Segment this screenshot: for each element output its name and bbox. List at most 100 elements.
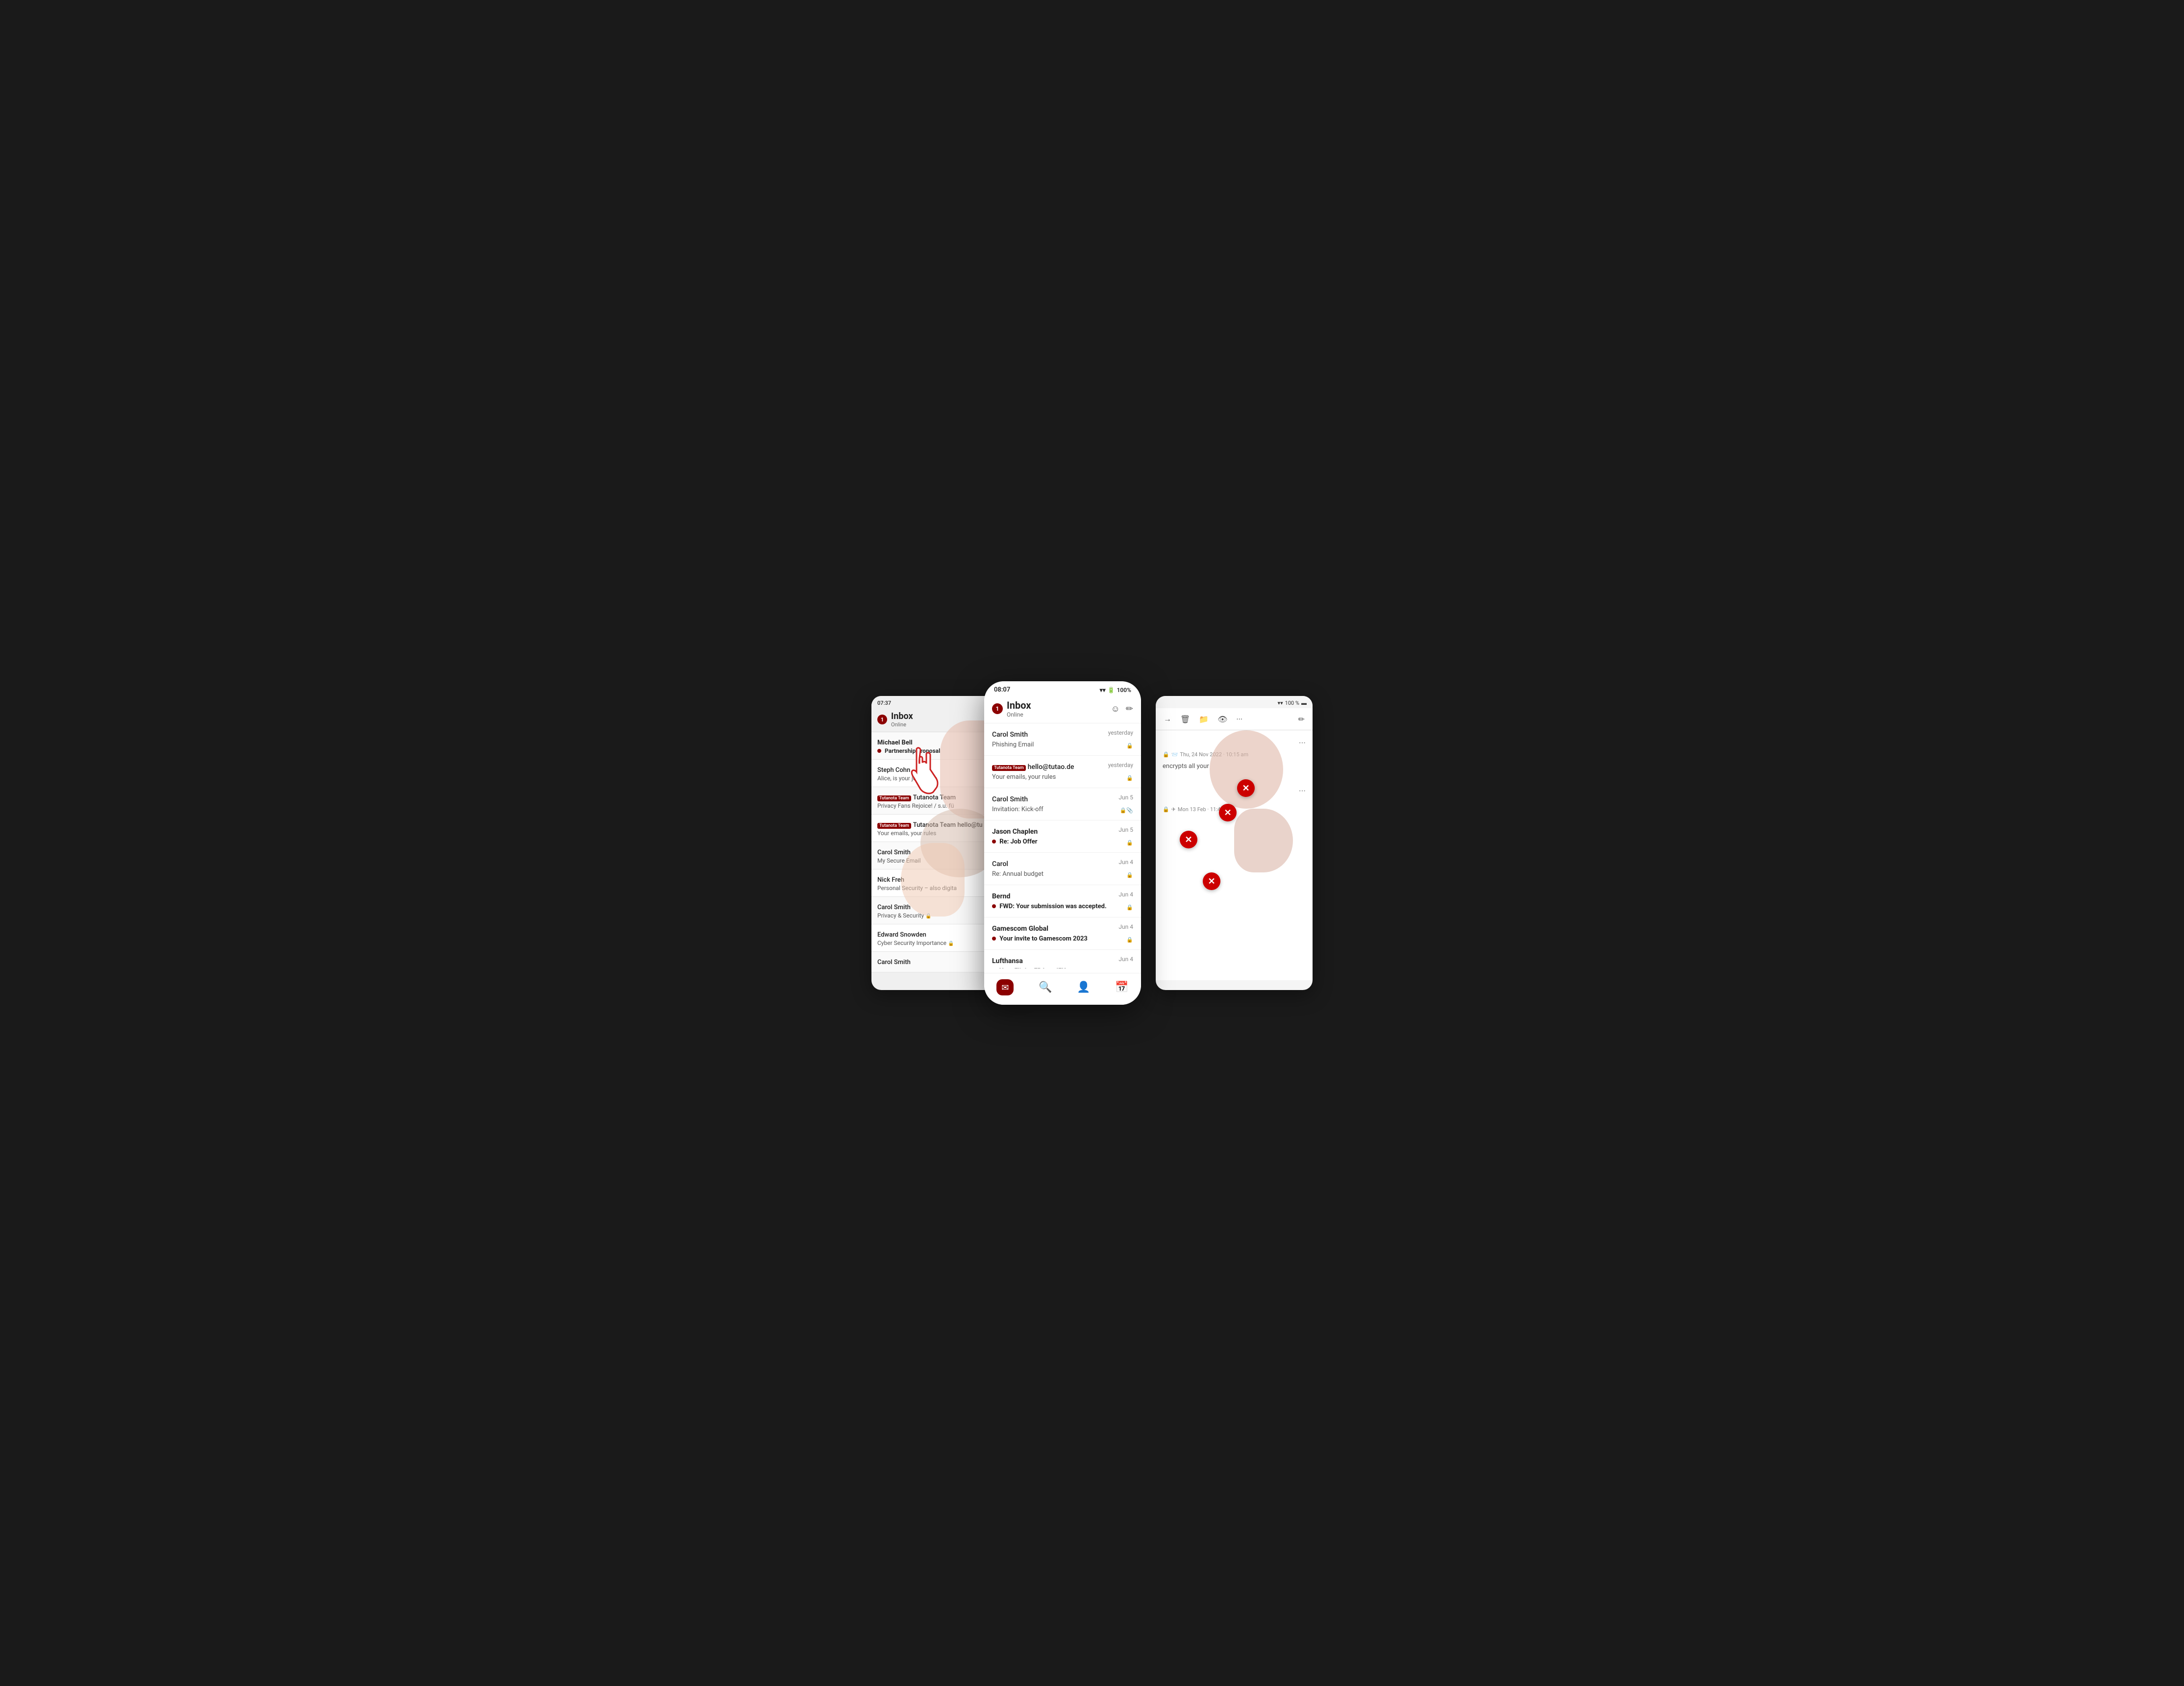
phone-email-subject: Your emails, your rules [992,773,1056,781]
tutanota-badge: Tutanota Team [877,795,911,801]
scene: 07:37 Fri 16. Jun 1 Inbox Online ☰ ⊙ Mic… [871,671,1313,1015]
phone-email-icons: 🔒 [1126,772,1133,782]
phone-time: 08:07 [994,686,1010,694]
x-button-1[interactable]: ✕ [1237,779,1255,797]
mail-nav-icon: ✉ [1001,983,1009,993]
phone-header: 1 Inbox Online ☺ ✏ [984,696,1141,723]
phone-email-date: Jun 4 [1118,923,1133,930]
phone-email-date: yesterday [1108,729,1133,736]
battery-icon: 🔋 [1108,687,1115,694]
phone-sender-name: Gamescom Global [992,925,1048,933]
phone-email-icons: 🔒 [1126,869,1133,879]
tutanota-badge: Tutanota Team [877,823,911,829]
phone-email-subject: Re: Annual budget [992,870,1043,878]
lock-icon-phone: 🔒 [1126,743,1133,749]
phone-status-icons: ▾▾ 🔋 100% [1100,687,1131,694]
hide-button[interactable]: 👁 [1216,713,1229,726]
lock-icon-phone: 🔒 [1126,904,1133,911]
phone-email-item-0[interactable]: Carol Smith yesterday Phishing Email 🔒 [984,723,1141,756]
x-button-3[interactable]: ✕ [1180,831,1197,848]
sender-name: Carol Smith [877,959,911,966]
battery-right: 100 % [1285,700,1299,706]
blob-right-pink [1210,730,1283,809]
phone-email-item-4[interactable]: Carol Jun 4 Re: Annual budget 🔒 [984,853,1141,885]
battery-bar-right: ▬ [1301,700,1307,706]
phone-inbox-online: Online [1007,711,1031,718]
phone-email-icons: 🔒 [1126,967,1133,968]
tutanota-badge-phone: Tutanota Team [992,765,1026,771]
phone-sender-name: Jason Chaplen [992,828,1038,836]
top-bar-right: ▾▾ 100 % ▬ [1156,696,1313,708]
phone-header-left: 1 Inbox Online [992,699,1031,718]
blob-right-tan [1234,809,1293,872]
battery-pct: 100% [1117,687,1131,694]
wifi-icon: ▾▾ [1100,687,1106,694]
phone-email-date: Jun 5 [1118,794,1133,801]
sender-name: Michael Bell [877,739,913,746]
lock-icon-phone: 🔒 [1126,872,1133,878]
phone-email-subject: Your Flight: FRA to JFK [992,967,1066,968]
phone-email-date: Jun 4 [1118,859,1133,866]
compose-button[interactable]: ✏ [1296,713,1307,726]
phone-sender-name: Lufthansa [992,957,1023,965]
phone-email-subject: Phishing Email [992,741,1034,748]
phone-email-date: Jun 5 [1118,826,1133,833]
sent-icon-footer: ✈ [1171,806,1176,813]
nav-contacts[interactable]: 👤 [1072,979,1095,995]
phone-email-date: Jun 4 [1118,956,1133,963]
archive-button[interactable]: 📁 [1197,713,1211,726]
unread-dot-phone [992,840,996,843]
phone-email-list: Carol Smith yesterday Phishing Email 🔒 T… [984,723,1141,968]
phone-email-item-6[interactable]: Gamescom Global Jun 4 Your invite to Gam… [984,917,1141,950]
inbox-online-left: Online [891,721,913,728]
lock-icon-phone: 🔒 [1126,937,1133,943]
smiley-icon[interactable]: ☺ [1111,704,1120,714]
nav-search[interactable]: 🔍 [1034,979,1057,995]
phone-email-item-1[interactable]: Tutanota Teamhello@tutao.de yesterday Yo… [984,756,1141,788]
lock-icon-phone: 🔒 [1126,840,1133,846]
phone-status-bar: 08:07 ▾▾ 🔋 100% [984,681,1141,696]
search-nav-icon: 🔍 [1039,981,1052,993]
phone-email-item-7[interactable]: Lufthansa Jun 4 Your Flight: FRA to JFK … [984,950,1141,968]
phone-bottom-bar: ✉ 🔍 👤 📅 [984,973,1141,1005]
phone-sender-name: Carol [992,860,1008,868]
send-icon-meta: 📨 [1171,751,1178,758]
compose-icon-phone[interactable]: ✏ [1126,704,1133,714]
x-button-2[interactable]: ✕ [1219,804,1237,821]
reply-button[interactable]: → [1162,712,1173,726]
lock-icon-phone: 🔒 [1126,775,1133,781]
more-button[interactable]: ··· [1235,713,1245,726]
phone-email-icons: 🔒 [1126,902,1133,911]
sender-name: Steph Cohn [877,767,910,774]
more-options-bottom[interactable]: ··· [1299,786,1306,796]
phone-header-icons: ☺ ✏ [1111,704,1133,714]
phone-email-item-5[interactable]: Bernd Jun 4 FWD: Your submission was acc… [984,885,1141,917]
x-button-4[interactable]: ✕ [1203,872,1220,890]
right-toolbar: → 🗑 📁 👁 ··· ✏ [1156,708,1313,730]
time-left: 07:37 [877,700,891,706]
unread-dot-phone [992,937,996,941]
delete-button[interactable]: 🗑 [1178,713,1192,726]
blob-peach [901,843,965,917]
phone-email-item-2[interactable]: Carol Smith Jun 5 Invitation: Kick-off 🔒… [984,788,1141,820]
phone-email-item-3[interactable]: Jason Chaplen Jun 5 Re: Job Offer 🔒 [984,820,1141,853]
phone-email-date: Jun 4 [1118,891,1133,898]
nav-mail[interactable]: ✉ [992,977,1018,997]
calendar-nav-icon: 📅 [1115,981,1128,993]
inbox-badge-left: 1 [877,715,887,724]
more-options-right[interactable]: ··· [1299,738,1306,748]
contacts-nav-icon: 👤 [1077,981,1090,993]
unread-dot [877,749,881,753]
nav-calendar[interactable]: 📅 [1110,979,1133,995]
phone-email-date: yesterday [1108,762,1133,769]
lock-icon-phone: 🔒 [1120,807,1127,814]
phone-email-subject: Invitation: Kick-off [992,806,1043,813]
sender-name: Carol Smith [877,904,911,911]
phone-email-subject: FWD: Your submission was accepted. [992,903,1107,910]
phone-sender-name: Carol Smith [992,731,1028,739]
wifi-battery-right: ▾▾ 100 % ▬ [1278,700,1307,706]
phone-email-subject: Your invite to Gamescom 2023 [992,935,1088,942]
phone-email-icons: 🔒 [1126,837,1133,846]
phone-sender-name: hello@tutao.de [1028,763,1074,771]
phone-center: 08:07 ▾▾ 🔋 100% 1 Inbox Online ☺ ✏ [984,681,1141,1005]
